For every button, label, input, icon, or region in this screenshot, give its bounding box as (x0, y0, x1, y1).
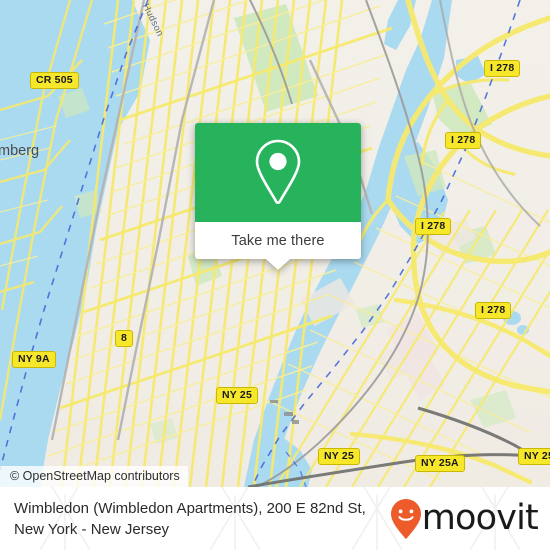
footer-bar: Wimbledon (Wimbledon Apartments), 200 E … (0, 487, 550, 550)
map-attribution[interactable]: © OpenStreetMap contributors (0, 466, 188, 487)
highway-shield[interactable]: NY 25 (318, 448, 360, 465)
callout-action-bar[interactable]: Take me there (195, 222, 361, 270)
moovit-map-share-card: Hudson mberg CR 505 I 278 I 278 I 278 I … (0, 0, 550, 550)
moovit-smiley-pin-icon (390, 498, 421, 539)
moovit-wordmark: moovit (421, 498, 539, 538)
highway-shield[interactable]: NY 9A (12, 351, 56, 368)
location-callout-card[interactable]: Take me there (195, 123, 361, 270)
highway-shield[interactable]: I 278 (415, 218, 452, 235)
moovit-logo[interactable]: moovit (389, 498, 544, 540)
callout-tail (266, 259, 290, 270)
highway-shield[interactable]: NY 25 (518, 448, 550, 465)
highway-shield[interactable]: NY 25A (415, 455, 465, 472)
highway-shield[interactable]: CR 505 (30, 72, 79, 89)
callout-image-area (195, 123, 361, 222)
page-title: Wimbledon (Wimbledon Apartments), 200 E … (14, 499, 366, 538)
highway-shield[interactable]: NY 25 (216, 387, 258, 404)
highway-shield[interactable]: I 278 (475, 302, 512, 319)
map-pin-icon (255, 139, 301, 204)
highway-shield[interactable]: I 278 (445, 132, 482, 149)
highway-shield[interactable]: 8 (115, 330, 134, 347)
place-label: mberg (0, 143, 40, 159)
highway-shield[interactable]: I 278 (484, 60, 521, 77)
take-me-there-label: Take me there (231, 232, 325, 249)
map-canvas[interactable]: Hudson mberg CR 505 I 278 I 278 I 278 I … (0, 0, 550, 487)
